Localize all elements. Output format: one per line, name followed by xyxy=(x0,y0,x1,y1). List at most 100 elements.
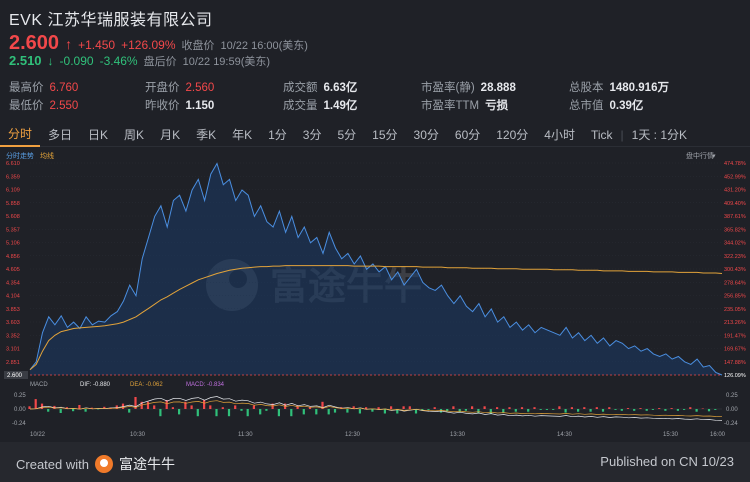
after-time: 10/22 19:59(美东) xyxy=(182,56,271,68)
macd-title: MACD xyxy=(30,382,48,388)
macd-bar xyxy=(383,409,386,414)
macd-tick-mid-right: 0.00 xyxy=(726,407,738,413)
footer: Created with 富途牛牛 Published on CN 10/23 xyxy=(0,442,750,482)
macd-bar xyxy=(72,409,75,412)
tab-2[interactable]: 日K xyxy=(80,124,116,146)
tab-4[interactable]: 月K xyxy=(152,124,188,146)
y-tick-pct: 452.99% xyxy=(724,174,746,180)
x-tick: 10/22 xyxy=(30,432,46,438)
macd-bar xyxy=(658,408,661,409)
macd-bar xyxy=(471,406,474,409)
tab-8[interactable]: 3分 xyxy=(295,124,330,146)
y-tick-price: 6.610 xyxy=(6,161,20,167)
tab-0[interactable]: 分时 xyxy=(0,123,41,147)
y-tick-pct: 213.26% xyxy=(724,320,746,326)
y-tick-price: 2.851 xyxy=(6,360,20,366)
y-tick-pct: 431.20% xyxy=(724,188,746,194)
macd-bar xyxy=(514,409,517,412)
after-hours-row: 2.510 ↓ -0.090 -3.46% 盘后价 10/22 19:59(美东… xyxy=(9,53,270,69)
macd-bar xyxy=(633,409,636,411)
stat-volume: 成交量 1.49亿 xyxy=(283,100,358,112)
macd-bar xyxy=(595,407,598,409)
stat-pe-static: 市盈率(静) 28.888 xyxy=(421,82,516,94)
macd-bar xyxy=(583,407,586,409)
chart-menu-icon[interactable]: ▾ xyxy=(712,153,716,160)
tab-5[interactable]: 季K xyxy=(188,124,224,146)
tab-14[interactable]: 4小时 xyxy=(536,124,583,146)
macd-tick-mid: 0.00 xyxy=(14,407,26,413)
tab-11[interactable]: 30分 xyxy=(406,124,447,146)
stats-grid: 最高价 6.760 开盘价 2.560 成交额 6.63亿 市盈率(静) 28.888 … xyxy=(9,79,744,115)
macd-bar xyxy=(701,408,704,409)
macd-bar xyxy=(608,407,611,409)
tab-9[interactable]: 5分 xyxy=(329,124,364,146)
macd-bar xyxy=(246,409,249,417)
futu-logo-icon xyxy=(94,455,113,473)
macd-bar xyxy=(620,409,623,411)
price-change: +1.450 xyxy=(78,38,116,52)
macd-value: MACD: -0.834 xyxy=(186,382,225,388)
macd-bar xyxy=(196,409,199,417)
macd-bar xyxy=(84,409,87,412)
macd-bar xyxy=(234,405,237,409)
tab-3[interactable]: 周K xyxy=(116,124,152,146)
last-price: 2.600 xyxy=(9,32,60,54)
y-tick-pct: 278.64% xyxy=(724,280,746,286)
macd-bar xyxy=(47,409,50,412)
stock-quote-window: EVK 江苏华瑞服装有限公司 2.600 ↑ +1.450 +126.09% 收… xyxy=(0,0,750,482)
macd-bar xyxy=(601,409,605,412)
y-tick-price: 3.603 xyxy=(6,320,20,326)
after-change-pct: -3.46% xyxy=(99,54,138,68)
tab-12[interactable]: 60分 xyxy=(447,124,488,146)
last-price-tag-label: 2.600 xyxy=(7,373,23,379)
tab-16[interactable]: 1天 : 1分K xyxy=(624,124,695,146)
x-tick: 12:30 xyxy=(345,432,361,438)
chart-area: 分时走势 均线 盘中行情 ▾ 富途牛牛 6.6106.3596.1095.858… xyxy=(0,147,750,440)
y-tick-pct: 147.88% xyxy=(724,360,746,366)
macd-bar xyxy=(240,409,243,411)
macd-bar xyxy=(489,409,492,414)
macd-bar xyxy=(265,409,268,411)
close-time: 10/22 16:00(美东) xyxy=(220,40,308,52)
y-tick-pct: 387.61% xyxy=(724,214,746,220)
macd-bar xyxy=(714,409,717,410)
macd-bar xyxy=(689,407,692,409)
tab-13[interactable]: 120分 xyxy=(488,124,536,146)
stat-low: 最低价 2.550 xyxy=(9,100,79,112)
price-chart[interactable]: 分时走势 均线 盘中行情 ▾ 富途牛牛 6.6106.3596.1095.858… xyxy=(0,147,750,440)
y-tick-price: 3.853 xyxy=(6,307,20,313)
stat-market-cap: 总市值 0.39亿 xyxy=(569,100,644,112)
published-on: Published on CN 10/23 xyxy=(600,454,734,469)
macd-bar xyxy=(146,401,150,409)
arrow-down-icon: ↓ xyxy=(47,54,54,68)
y-tick-pct: 322.23% xyxy=(724,254,746,260)
tab-7[interactable]: 1分 xyxy=(260,124,295,146)
y-tick-price: 3.101 xyxy=(6,347,20,353)
macd-bar xyxy=(78,405,81,409)
macd-bar xyxy=(159,409,162,417)
macd-bar xyxy=(28,406,31,409)
macd-bar xyxy=(427,409,430,410)
tab-15[interactable]: Tick xyxy=(583,124,621,146)
macd-bar xyxy=(390,406,393,409)
chart-legend-line: 分时走势 xyxy=(6,151,34,160)
tab-10[interactable]: 15分 xyxy=(364,124,405,146)
macd-tick-bot-right: -0.24 xyxy=(724,421,738,427)
macd-bar xyxy=(190,405,193,409)
stat-turnover: 成交额 6.63亿 xyxy=(283,82,358,94)
macd-bar xyxy=(645,409,648,411)
macd-bar xyxy=(527,409,530,412)
macd-bar xyxy=(452,406,455,409)
tab-6[interactable]: 年K xyxy=(224,124,260,146)
macd-bar xyxy=(670,408,673,409)
macd-bar xyxy=(215,409,218,417)
macd-bar xyxy=(221,407,224,409)
macd-bar xyxy=(59,409,62,413)
macd-bar xyxy=(626,408,630,409)
macd-bar xyxy=(227,409,231,417)
stat-pe-ttm: 市盈率TTM 亏损 xyxy=(421,100,509,112)
tab-1[interactable]: 多日 xyxy=(40,124,80,146)
y-tick-pct: 365.82% xyxy=(724,227,746,233)
price-change-pct: +126.09% xyxy=(121,38,176,52)
y-tick-price: 3.352 xyxy=(6,333,20,339)
